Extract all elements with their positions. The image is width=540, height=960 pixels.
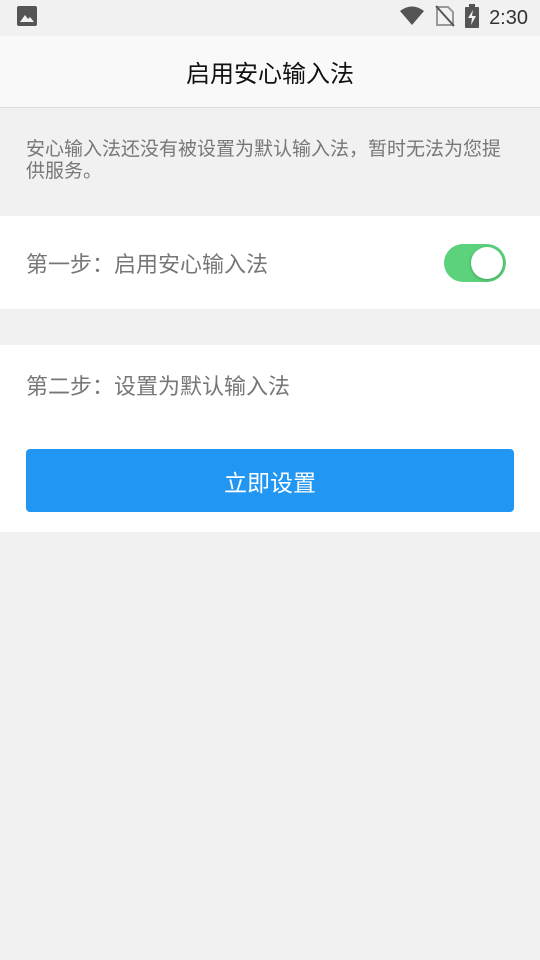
toggle-knob xyxy=(471,246,503,279)
set-default-button[interactable]: 立即设置 xyxy=(26,449,514,512)
step1-label: 第一步：启用安心输入法 xyxy=(26,252,269,278)
step2-card: 第二步：设置为默认输入法 立即设置 xyxy=(0,345,540,532)
app-bar: 启用安心输入法 xyxy=(0,36,540,108)
step1-card: 第一步：启用安心输入法 xyxy=(0,216,540,309)
no-sim-icon xyxy=(435,5,455,31)
status-bar: 2:30 xyxy=(0,0,540,36)
notice-text: 安心输入法还没有被设置为默认输入法，暂时无法为您提供服务。 xyxy=(26,138,502,182)
image-icon xyxy=(16,5,38,31)
wifi-icon xyxy=(399,5,425,31)
battery-charging-icon xyxy=(465,4,480,32)
status-time: 2:30 xyxy=(489,6,528,29)
enable-ime-toggle[interactable] xyxy=(444,243,506,282)
step2-label: 第二步：设置为默认输入法 xyxy=(26,375,291,400)
page-title: 启用安心输入法 xyxy=(186,60,354,88)
